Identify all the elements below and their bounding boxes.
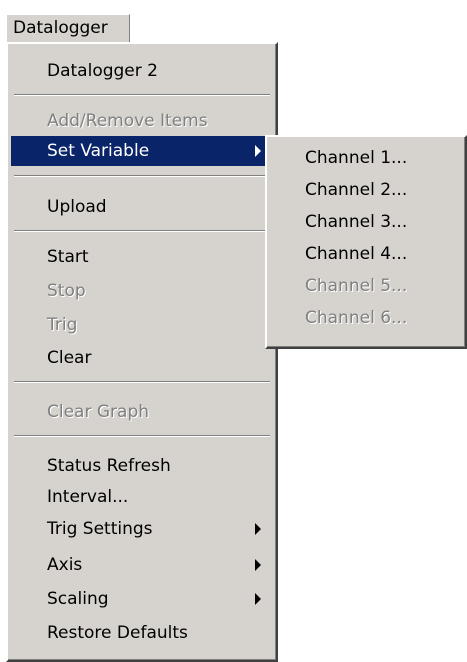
submenu-arrow-icon (255, 593, 261, 605)
menu-item-set-variable-label: Set Variable (47, 141, 150, 161)
menu-item-scaling-label: Scaling (47, 589, 109, 609)
menu-item-clear-graph: Clear Graph (47, 402, 150, 422)
menu-separator (14, 435, 270, 437)
submenu-item-channel-4[interactable]: Channel 4... (269, 239, 463, 269)
menu-item-status-refresh[interactable]: Status Refresh (11, 451, 273, 481)
menu-item-set-variable[interactable]: Set Variable (11, 136, 273, 166)
menu-separator (14, 381, 270, 383)
menu-item-trig-settings[interactable]: Trig Settings (11, 514, 273, 544)
submenu-arrow-icon (255, 523, 261, 535)
submenu-arrow-icon (255, 559, 261, 571)
datalogger-menu: Datalogger 2 Add/Remove Items Set Variab… (6, 42, 278, 662)
menu-separator (14, 94, 270, 96)
set-variable-submenu: Channel 1... Channel 2... Channel 3... C… (265, 135, 467, 349)
submenu-item-channel-6: Channel 6... (305, 308, 408, 328)
submenu-item-channel-3[interactable]: Channel 3... (269, 207, 463, 237)
menu-separator (14, 230, 270, 232)
menu-item-axis-label: Axis (47, 555, 83, 575)
menu-separator (14, 175, 270, 177)
menu-item-scaling[interactable]: Scaling (11, 584, 273, 614)
submenu-arrow-icon (255, 145, 261, 157)
menubar-datalogger[interactable]: Datalogger (6, 14, 130, 42)
submenu-item-channel-5: Channel 5... (305, 276, 408, 296)
menu-item-add-remove-items: Add/Remove Items (47, 111, 208, 131)
menu-item-interval[interactable]: Interval... (11, 482, 273, 512)
menu-item-datalogger-2[interactable]: Datalogger 2 (11, 56, 273, 86)
menu-item-restore-defaults[interactable]: Restore Defaults (11, 618, 273, 648)
menu-item-stop: Stop (47, 281, 86, 301)
menu-item-trig: Trig (47, 315, 78, 335)
submenu-item-channel-2[interactable]: Channel 2... (269, 175, 463, 205)
menu-item-trig-settings-label: Trig Settings (47, 519, 153, 539)
menu-item-upload[interactable]: Upload (11, 192, 273, 222)
submenu-item-channel-1[interactable]: Channel 1... (269, 143, 463, 173)
menu-item-axis[interactable]: Axis (11, 550, 273, 580)
menu-item-clear[interactable]: Clear (11, 343, 273, 373)
menu-item-start[interactable]: Start (11, 242, 273, 272)
